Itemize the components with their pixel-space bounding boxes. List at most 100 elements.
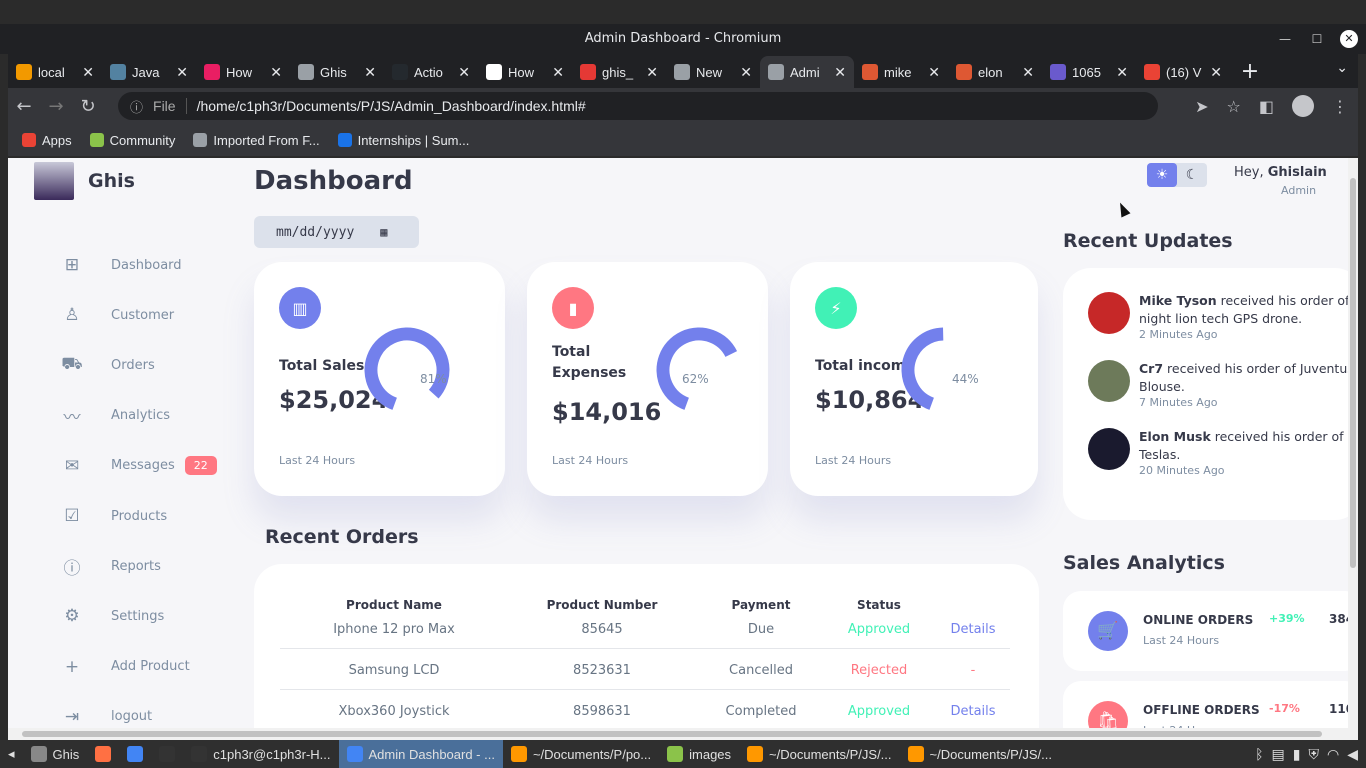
browser-tab[interactable]: (16) V ✕ (1136, 56, 1230, 88)
calendar-icon[interactable]: ▦ (380, 225, 387, 239)
menu-dots-icon[interactable]: ⋮ (1332, 97, 1348, 116)
browser-tab[interactable]: How ✕ (196, 56, 290, 88)
shield-icon[interactable]: ⛨ (1309, 746, 1320, 763)
hscrollbar-thumb[interactable] (22, 731, 1322, 737)
tab-close-icon[interactable]: ✕ (646, 64, 658, 81)
tab-close-icon[interactable]: ✕ (1116, 64, 1128, 81)
tab-close-icon[interactable]: ✕ (270, 64, 282, 81)
send-icon[interactable]: ➤ (1195, 97, 1208, 116)
tab-close-icon[interactable]: ✕ (834, 64, 846, 81)
table-action-link[interactable]: Details (950, 704, 995, 719)
tab-search-icon[interactable]: ⌄ (1336, 60, 1348, 76)
browser-tab[interactable]: Actio ✕ (384, 56, 478, 88)
browser-tab[interactable]: local ✕ (8, 56, 102, 88)
table-action-link[interactable]: - (971, 663, 976, 678)
moon-icon[interactable]: ☾ (1177, 163, 1207, 187)
table-cell: Samsung LCD (348, 663, 440, 678)
tab-close-icon[interactable]: ✕ (552, 64, 564, 81)
sidebar-item-dashboard[interactable]: ⊞ Dashboard (60, 253, 182, 277)
table-action-link[interactable]: Details (950, 622, 995, 637)
browser-tab[interactable]: How ✕ (478, 56, 572, 88)
tab-close-icon[interactable]: ✕ (740, 64, 752, 81)
progress-ring (656, 327, 742, 413)
clipboard-icon[interactable]: ▤ (1272, 746, 1285, 763)
sidebar-item-settings[interactable]: ⚙ Settings (60, 604, 164, 628)
vertical-scrollbar[interactable] (1348, 158, 1358, 728)
bookmark-icon (337, 133, 352, 147)
tab-favicon-icon (298, 64, 314, 80)
taskbar-item[interactable]: images (659, 740, 739, 768)
tab-close-icon[interactable]: ✕ (928, 64, 940, 81)
cart-icon: 🛒 (1088, 611, 1128, 651)
wifi-icon[interactable]: ◠ (1327, 746, 1339, 763)
sidebar-logo[interactable]: Ghis (34, 162, 135, 200)
side-panel-icon[interactable]: ◧ (1259, 97, 1274, 116)
update-text: received his order of Juventus Blouse. (1139, 361, 1354, 394)
taskbar-item[interactable] (119, 740, 151, 768)
taskbar-item[interactable]: Admin Dashboard - ... (338, 740, 503, 768)
address-bar[interactable]: ⓘ File /home/c1ph3r/Documents/P/JS/Admin… (118, 92, 1158, 120)
tab-close-icon[interactable]: ✕ (176, 64, 188, 81)
sun-icon[interactable]: ☀ (1147, 163, 1177, 187)
forward-icon[interactable]: → (40, 96, 72, 117)
progress-ring (364, 327, 450, 413)
sidebar-item-messages[interactable]: ✉ Messages 22 (60, 454, 217, 478)
table-cell: Xbox360 Joystick (338, 704, 450, 719)
battery-icon[interactable]: ▮ (1293, 746, 1301, 763)
taskbar-menu-icon[interactable]: ◂ (0, 740, 23, 768)
taskbar-item[interactable]: ~/Documents/P/po... (503, 740, 659, 768)
horizontal-scrollbar[interactable] (8, 728, 1358, 740)
bookmark-star-icon[interactable]: ☆ (1227, 97, 1241, 116)
user-role: Admin (1281, 184, 1317, 197)
new-tab-icon[interactable]: + (1230, 56, 1270, 88)
browser-tab[interactable]: New ✕ (666, 56, 760, 88)
tab-favicon-icon (486, 64, 502, 80)
tab-close-icon[interactable]: ✕ (1022, 64, 1034, 81)
minimize-icon[interactable]: — (1276, 24, 1294, 54)
taskbar-item[interactable]: Ghis (23, 740, 88, 768)
close-icon[interactable]: ✕ (1340, 30, 1358, 48)
sales-item-percent: -17% (1269, 702, 1300, 715)
reload-icon[interactable]: ↻ (72, 96, 104, 117)
date-input[interactable]: mm/dd/yyyy ▦ (254, 216, 419, 248)
maximize-icon[interactable]: ☐ (1308, 24, 1326, 54)
theme-toggle[interactable]: ☀ ☾ (1147, 163, 1207, 187)
browser-tab[interactable]: elon ✕ (948, 56, 1042, 88)
bookmark-item[interactable]: Internships | Sum... (337, 133, 469, 148)
tab-close-icon[interactable]: ✕ (82, 64, 94, 81)
volume-icon[interactable]: ◀ (1347, 746, 1358, 763)
browser-tab[interactable]: Java ✕ (102, 56, 196, 88)
taskbar-item[interactable]: ~/Documents/P/JS/... (739, 740, 899, 768)
tab-close-icon[interactable]: ✕ (1210, 64, 1222, 81)
scrollbar-thumb[interactable] (1350, 178, 1356, 568)
sidebar-item-logout[interactable]: ⇥ logout (60, 705, 152, 728)
tab-close-icon[interactable]: ✕ (458, 64, 470, 81)
browser-tab[interactable]: Ghis ✕ (290, 56, 384, 88)
browser-tab[interactable]: mike ✕ (854, 56, 948, 88)
browser-tab[interactable]: ghis_ ✕ (572, 56, 666, 88)
taskbar-item[interactable] (87, 740, 119, 768)
bookmark-item[interactable]: Community (89, 133, 175, 148)
tab-title: ghis_ (602, 64, 634, 80)
url-text[interactable]: /home/c1ph3r/Documents/P/JS/Admin_Dashbo… (197, 98, 586, 114)
taskbar-item[interactable] (151, 740, 183, 768)
sidebar-item-products[interactable]: ☑ Products (60, 504, 167, 528)
bluetooth-icon[interactable]: ᛒ (1255, 746, 1263, 762)
bookmark-item[interactable]: Imported From F... (193, 133, 320, 148)
taskbar-item[interactable]: c1ph3r@c1ph3r-H... (183, 740, 338, 768)
taskbar-item[interactable]: ~/Documents/P/JS/... (900, 740, 1060, 768)
tab-close-icon[interactable]: ✕ (364, 64, 376, 81)
sidebar-item-customer[interactable]: ♙ Customer (60, 303, 174, 327)
browser-tab[interactable]: Admi ✕ (760, 56, 854, 88)
site-info-icon[interactable]: ⓘ (130, 97, 143, 116)
window-controls: — ☐ ✕ (1276, 24, 1358, 54)
bookmark-item[interactable]: Apps (22, 133, 72, 148)
profile-avatar-icon[interactable] (1292, 95, 1314, 117)
sidebar-item-analytics[interactable]: 〰 Analytics (60, 404, 171, 428)
sidebar-item-reports[interactable]: ⓘ Reports (60, 554, 161, 579)
sidebar-item-orders[interactable]: ⛟ Orders (60, 353, 154, 377)
tab-favicon-icon (110, 64, 126, 80)
browser-tab[interactable]: 1065 ✕ (1042, 56, 1136, 88)
sidebar-item-add-product[interactable]: + Add Product (60, 655, 190, 679)
back-icon[interactable]: ← (8, 96, 40, 117)
